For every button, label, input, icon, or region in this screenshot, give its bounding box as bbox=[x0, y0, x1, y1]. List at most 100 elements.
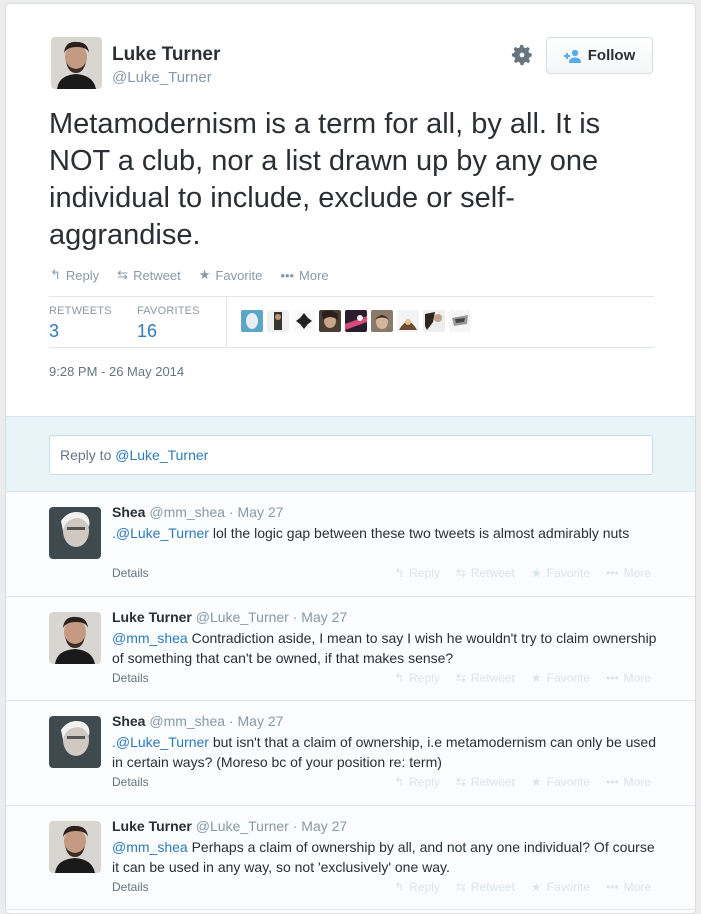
reply-author-handle[interactable]: @mm_shea bbox=[149, 504, 225, 520]
favorite-action[interactable]: ★ Favorite bbox=[199, 267, 263, 283]
retweets-stat[interactable]: RETWEETS 3 bbox=[49, 305, 112, 342]
favoriter-avatar[interactable] bbox=[293, 310, 315, 332]
reply-action[interactable]: ↰ Reply bbox=[394, 775, 440, 789]
reply-actions: ↰ Reply ⇆ Retweet ★ Favorite ••• More bbox=[394, 775, 651, 789]
details-link[interactable]: Details bbox=[112, 671, 149, 685]
retweet-icon: ⇆ bbox=[455, 775, 466, 789]
reply-avatar[interactable] bbox=[49, 716, 101, 768]
gear-icon[interactable] bbox=[509, 42, 535, 68]
favorite-action[interactable]: ★ Favorite bbox=[531, 775, 590, 789]
favorite-label: Favorite bbox=[546, 775, 591, 789]
reply-avatar[interactable] bbox=[49, 820, 101, 873]
favoriter-avatar[interactable] bbox=[423, 310, 445, 332]
favorite-action[interactable]: ★ Favorite bbox=[531, 566, 590, 580]
retweet-action[interactable]: ⇆ Retweet bbox=[456, 775, 515, 789]
retweet-icon: ⇆ bbox=[117, 267, 129, 282]
retweet-label: Retweet bbox=[470, 670, 515, 685]
reply-header: Luke Turner @Luke_Turner · May 27 bbox=[112, 818, 347, 834]
tweet-timestamp[interactable]: 9:28 PM - 26 May 2014 bbox=[49, 364, 184, 379]
favoriter-avatar[interactable] bbox=[267, 310, 289, 332]
separator-dot: · bbox=[292, 817, 298, 834]
author-avatar[interactable] bbox=[51, 37, 102, 89]
replies-list: Shea @mm_shea · May 27 .@Luke_Turner lol… bbox=[6, 492, 695, 910]
favoriter-avatar[interactable] bbox=[345, 310, 367, 332]
reply-action[interactable]: ↰ Reply bbox=[394, 671, 440, 685]
favoriter-avatar[interactable] bbox=[449, 310, 471, 332]
more-action[interactable]: ••• More bbox=[606, 566, 651, 580]
favorites-stat[interactable]: FAVORITES 16 bbox=[137, 305, 200, 342]
retweet-action[interactable]: ⇆ Retweet bbox=[456, 566, 515, 580]
favoriter-avatar[interactable] bbox=[371, 310, 393, 332]
reply-mention[interactable]: .@Luke_Turner bbox=[112, 734, 209, 750]
retweets-count: 3 bbox=[49, 321, 60, 341]
more-action[interactable]: ••• More bbox=[606, 880, 651, 894]
retweets-label: RETWEETS bbox=[49, 305, 112, 317]
more-action[interactable]: ••• More bbox=[280, 267, 328, 283]
reply-author-handle[interactable]: @mm_shea bbox=[149, 713, 225, 729]
reply-icon: ↰ bbox=[394, 879, 405, 894]
reply-action[interactable]: ↰ Reply bbox=[394, 566, 440, 580]
reply-avatar[interactable] bbox=[49, 611, 101, 664]
reply-actions: ↰ Reply ⇆ Retweet ★ Favorite ••• More bbox=[394, 671, 651, 685]
reply-author-name[interactable]: Shea bbox=[112, 713, 145, 729]
tweet-card: Luke Turner @Luke_Turner Follow Metamode… bbox=[5, 3, 696, 914]
reply-date[interactable]: May 27 bbox=[301, 818, 347, 834]
reply-author-name[interactable]: Luke Turner bbox=[112, 818, 192, 834]
reply-input[interactable]: Reply to @Luke_Turner bbox=[49, 435, 653, 475]
retweet-action[interactable]: ⇆ Retweet bbox=[456, 671, 515, 685]
reply-mention[interactable]: .@Luke_Turner bbox=[112, 525, 209, 541]
add-user-icon bbox=[563, 49, 582, 63]
reply-label: Reply bbox=[409, 775, 440, 789]
details-link[interactable]: Details bbox=[112, 775, 149, 789]
more-icon: ••• bbox=[606, 670, 619, 685]
separator-dot: · bbox=[228, 713, 234, 729]
reply-header: Shea @mm_shea · May 27 bbox=[112, 713, 283, 729]
retweet-action[interactable]: ⇆ Retweet bbox=[456, 880, 515, 894]
reply-item: Shea @mm_shea · May 27 .@Luke_Turner but… bbox=[6, 701, 695, 806]
more-action[interactable]: ••• More bbox=[606, 775, 651, 789]
more-action[interactable]: ••• More bbox=[606, 671, 651, 685]
reply-avatar[interactable] bbox=[49, 507, 101, 559]
retweet-action[interactable]: ⇆ Retweet bbox=[117, 267, 181, 283]
reply-author-handle[interactable]: @Luke_Turner bbox=[196, 609, 289, 625]
star-icon: ★ bbox=[530, 670, 542, 685]
favorite-label: Favorite bbox=[215, 267, 263, 283]
favoriter-avatars bbox=[241, 310, 471, 332]
favoriter-avatar[interactable] bbox=[241, 310, 263, 332]
author-handle[interactable]: @Luke_Turner bbox=[112, 69, 212, 86]
reply-header: Shea @mm_shea · May 27 bbox=[112, 504, 283, 520]
reply-label: Reply bbox=[409, 879, 440, 894]
details-link[interactable]: Details bbox=[112, 880, 149, 894]
reply-date[interactable]: May 27 bbox=[301, 609, 347, 625]
reply-text: .@Luke_Turner lol the logic gap between … bbox=[112, 523, 657, 543]
reply-mention[interactable]: @mm_shea bbox=[112, 839, 188, 855]
reply-action[interactable]: ↰ Reply bbox=[50, 267, 99, 283]
reply-author-handle[interactable]: @Luke_Turner bbox=[196, 818, 289, 834]
favoriter-avatar[interactable] bbox=[319, 310, 341, 332]
reply-actions: ↰ Reply ⇆ Retweet ★ Favorite ••• More bbox=[394, 880, 651, 894]
reply-date[interactable]: May 27 bbox=[238, 504, 284, 520]
more-label: More bbox=[299, 267, 329, 283]
reply-author-name[interactable]: Shea bbox=[112, 504, 145, 520]
reply-input-mention: @Luke_Turner bbox=[115, 447, 209, 463]
reply-text-content: lol the logic gap between these two twee… bbox=[208, 525, 630, 541]
main-tweet: Luke Turner @Luke_Turner Follow Metamode… bbox=[6, 4, 695, 416]
reply-icon: ↰ bbox=[394, 775, 405, 789]
reply-action[interactable]: ↰ Reply bbox=[394, 880, 440, 894]
favorite-label: Favorite bbox=[546, 879, 591, 894]
favorite-action[interactable]: ★ Favorite bbox=[531, 880, 590, 894]
author-name[interactable]: Luke Turner bbox=[112, 44, 220, 66]
favoriter-avatar[interactable] bbox=[397, 310, 419, 332]
reply-label: Reply bbox=[409, 566, 440, 580]
stats-divider bbox=[226, 297, 227, 348]
more-label: More bbox=[623, 775, 651, 789]
tweet-stats: RETWEETS 3 FAVORITES 16 bbox=[49, 296, 654, 348]
reply-date[interactable]: May 27 bbox=[238, 713, 284, 729]
favorite-action[interactable]: ★ Favorite bbox=[531, 671, 590, 685]
reply-author-name[interactable]: Luke Turner bbox=[112, 609, 192, 625]
reply-mention[interactable]: @mm_shea bbox=[112, 630, 188, 646]
details-link[interactable]: Details bbox=[112, 566, 149, 580]
more-label: More bbox=[623, 879, 651, 894]
follow-button[interactable]: Follow bbox=[546, 37, 653, 74]
tweet-actions: ↰ Reply ⇆ Retweet ★ Favorite ••• More bbox=[50, 267, 329, 283]
